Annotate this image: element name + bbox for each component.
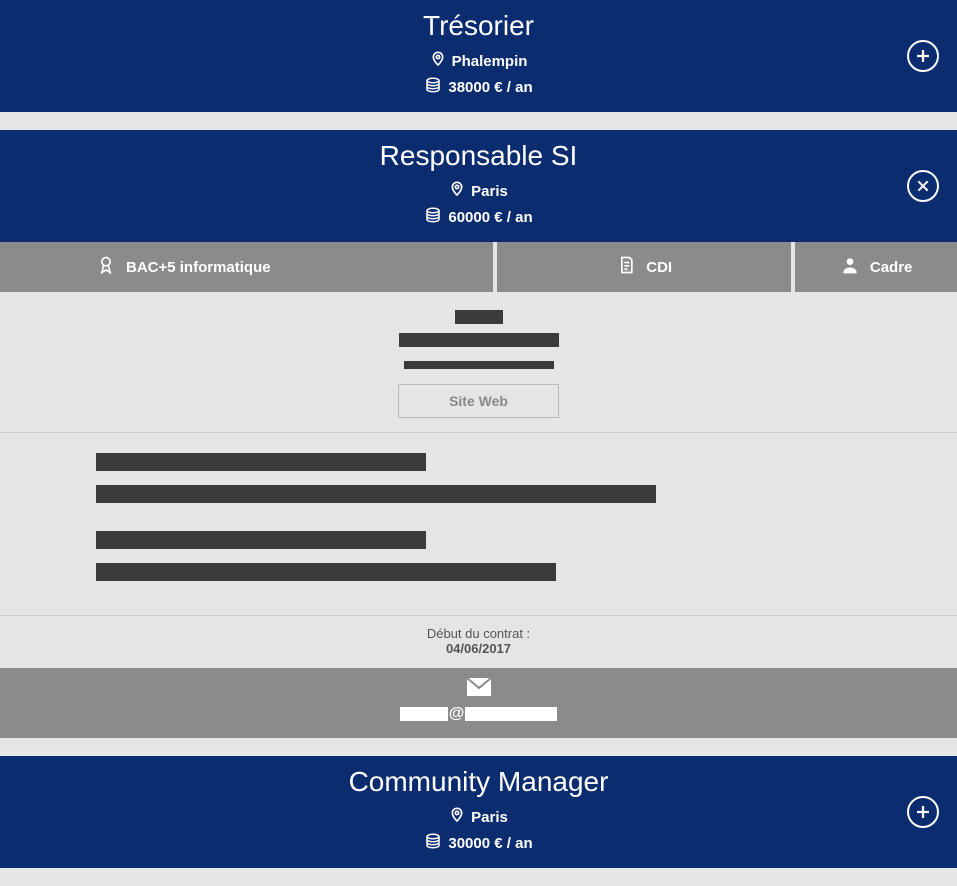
job-location-row: Phalempin	[0, 50, 957, 72]
job-location-row: Paris	[0, 180, 957, 202]
person-icon	[840, 255, 860, 279]
job-salary-row: 38000 € / an	[0, 76, 957, 98]
coins-icon	[424, 832, 442, 854]
email-address[interactable]: @	[400, 705, 558, 723]
meta-contract-type-label: CDI	[646, 259, 672, 276]
job-location: Paris	[471, 809, 508, 826]
email-block: @	[0, 668, 957, 738]
redacted-text	[96, 453, 426, 471]
job-header: Responsable SI Paris 60000 € / an	[0, 130, 957, 242]
meta-row: BAC+5 informatique CDI Cadre	[0, 242, 957, 292]
meta-education-label: BAC+5 informatique	[126, 259, 271, 276]
job-card: Trésorier Phalempin 38000 € / an	[0, 0, 957, 112]
redacted-text	[465, 707, 557, 721]
redacted-text	[96, 563, 556, 581]
expand-button[interactable]	[907, 40, 939, 72]
pin-icon	[449, 806, 465, 828]
redacted-text	[96, 485, 656, 503]
close-button[interactable]	[907, 170, 939, 202]
redacted-text	[0, 310, 957, 329]
job-salary-row: 60000 € / an	[0, 206, 957, 228]
redacted-text	[400, 707, 448, 721]
redacted-text	[0, 356, 957, 374]
mail-icon	[0, 678, 957, 701]
meta-education: BAC+5 informatique	[0, 242, 493, 292]
meta-status-label: Cadre	[870, 259, 913, 276]
job-location-row: Paris	[0, 806, 957, 828]
meta-contract-type: CDI	[497, 242, 791, 292]
badge-icon	[96, 254, 116, 280]
job-title: Trésorier	[0, 10, 957, 42]
description-block	[0, 432, 957, 615]
job-salary-row: 30000 € / an	[0, 832, 957, 854]
email-at: @	[448, 705, 466, 723]
coins-icon	[424, 206, 442, 228]
contract-start-block: Début du contrat : 04/06/2017	[0, 615, 957, 668]
job-header: Trésorier Phalempin 38000 € / an	[0, 0, 957, 112]
job-title: Responsable SI	[0, 140, 957, 172]
job-location: Phalempin	[452, 53, 528, 70]
job-title: Community Manager	[0, 766, 957, 798]
job-location: Paris	[471, 183, 508, 200]
info-block: Site Web	[0, 292, 957, 432]
pin-icon	[449, 180, 465, 202]
job-card: Community Manager Paris 30000 € / an	[0, 756, 957, 868]
contract-start-date: 04/06/2017	[0, 641, 957, 656]
redacted-text	[96, 531, 426, 549]
job-card-expanded: Responsable SI Paris 60000 € / an BAC+5 …	[0, 130, 957, 738]
job-salary: 60000 € / an	[448, 209, 532, 226]
coins-icon	[424, 76, 442, 98]
job-salary: 30000 € / an	[448, 835, 532, 852]
site-web-button[interactable]: Site Web	[398, 384, 559, 418]
contract-start-label: Début du contrat :	[0, 626, 957, 641]
pin-icon	[430, 50, 446, 72]
job-header: Community Manager Paris 30000 € / an	[0, 756, 957, 868]
expand-button[interactable]	[907, 796, 939, 828]
meta-status: Cadre	[795, 242, 957, 292]
document-icon	[616, 255, 636, 279]
job-salary: 38000 € / an	[448, 79, 532, 96]
redacted-text	[0, 333, 957, 352]
